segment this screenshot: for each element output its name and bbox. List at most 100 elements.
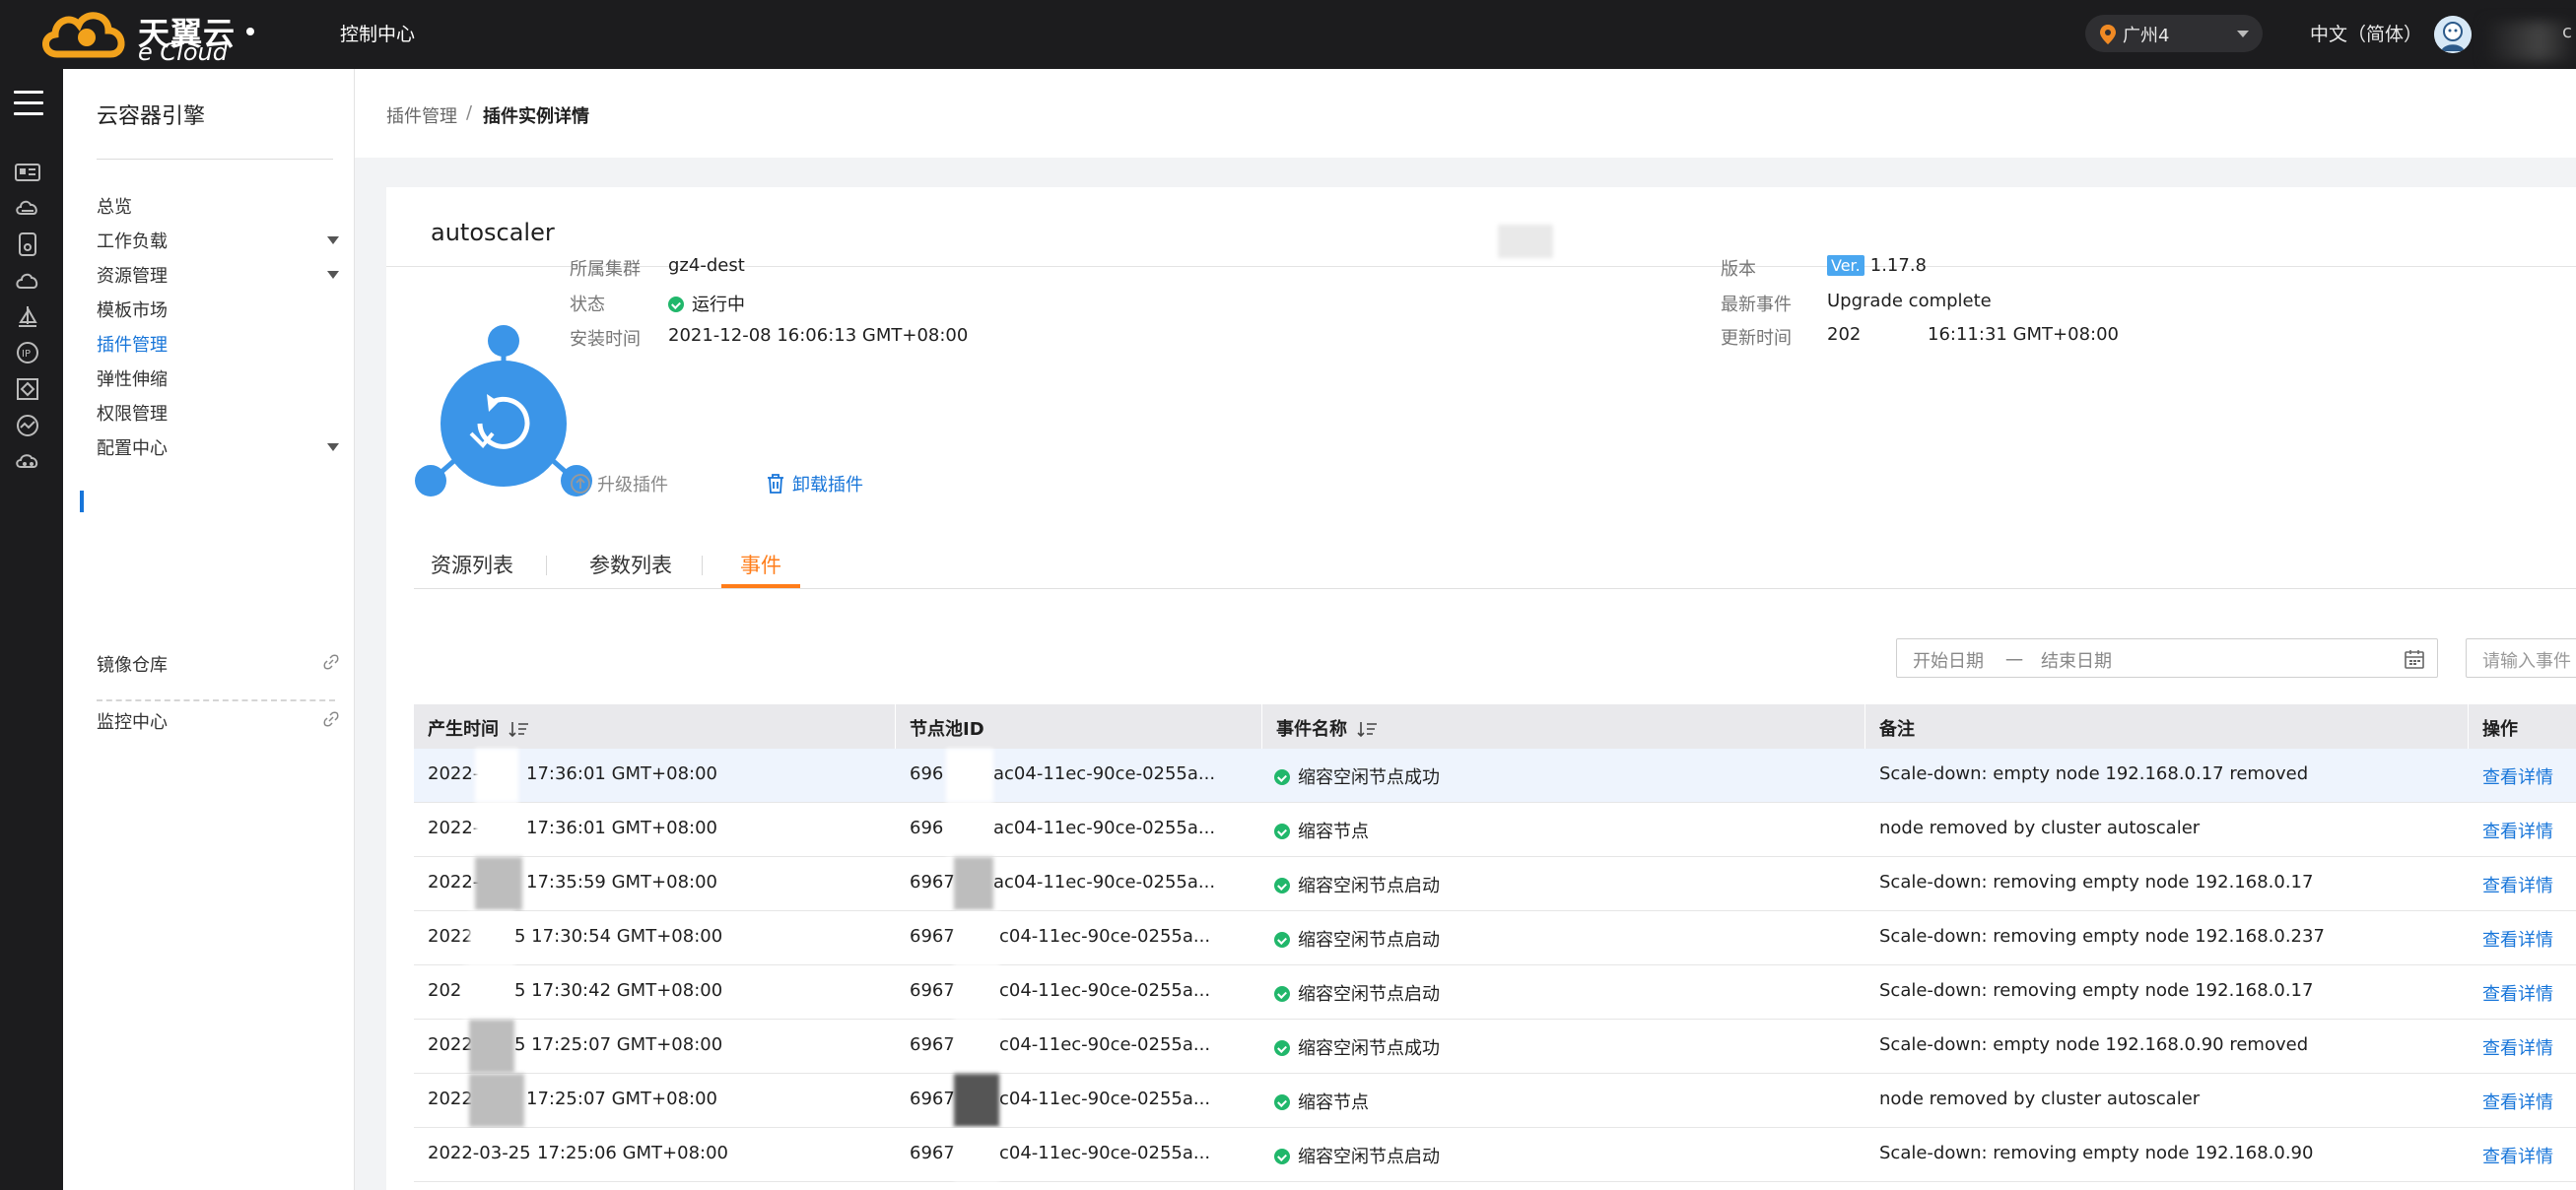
nodepool-suffix: c04-11ec-90ce-0255a... [999,980,1211,1001]
table-row[interactable]: 2022- 17:36:01 GMT+08:00 696 ac04-11ec-9… [414,803,2576,857]
sidebar-item-overview[interactable]: 总览 [97,193,353,232]
nodepool-prefix: 6967 [910,1089,955,1109]
sidebar-item-plugins[interactable]: 插件管理 [97,331,353,370]
nodepool-prefix: 6967 [910,872,955,892]
sidebar-item-workloads[interactable]: 工作负载 [97,228,353,267]
time-suffix: 5 17:30:42 GMT+08:00 [514,980,723,1001]
storage-icon[interactable] [13,230,42,259]
event-name-text: 缩容节点 [1298,1092,1369,1113]
table-row[interactable]: 2022- 17:36:01 GMT+08:00 696 ac04-11ec-9… [414,749,2576,803]
nodepool-prefix: 6967 [910,926,955,947]
nodepool-suffix: ac04-11ec-90ce-0255a... [993,763,1216,784]
cloud-server-icon[interactable] [13,193,42,223]
nodepool-prefix: 6967 [910,1034,955,1055]
nodepool-suffix: ac04-11ec-90ce-0255a... [993,818,1216,838]
remark: Scale-down: removing empty node 192.168.… [1879,926,2325,947]
sidebar-item-registry[interactable]: 镜像仓库 [97,651,353,691]
view-details-link[interactable]: 查看详情 [2482,1089,2553,1114]
monitor-gauge-icon[interactable] [13,411,42,440]
table-row[interactable]: 2022- 17:35:59 GMT+08:00 6967 ac04-11ec-… [414,857,2576,911]
latest-event-label: 最新事件 [1721,295,1792,315]
sailboat-icon[interactable] [13,302,42,332]
event-name-text: 缩容空闲节点成功 [1298,1038,1440,1059]
tab-active-underline [721,584,800,588]
redaction-mask [469,1020,514,1073]
nodepool-prefix: 6967 [910,980,955,1001]
uninstall-plugin-button[interactable]: 卸载插件 [765,471,863,496]
col-divider [1864,704,1865,749]
sidebar-item-permissions[interactable]: 权限管理 [97,400,353,439]
range-separator: 一 [2005,651,2023,672]
redaction-mask [954,911,999,964]
remark: Scale-down: removing empty node 192.168.… [1879,980,2314,1001]
cloud-network-icon[interactable] [13,266,42,296]
hamburger-menu-icon[interactable] [14,91,43,116]
view-details-link[interactable]: 查看详情 [2482,980,2553,1006]
redaction-mask [475,857,522,910]
cloud-link-icon[interactable] [13,447,42,477]
table-row[interactable]: 202 5 17:30:42 GMT+08:00 6967 c04-11ec-9… [414,965,2576,1020]
diamond-box-icon[interactable] [13,374,42,404]
success-icon [1274,986,1290,1002]
event-name: 缩容节点 [1274,1089,1369,1114]
event-name: 缩容节点 [1274,818,1369,843]
table-row[interactable]: 2022 17:25:07 GMT+08:00 6967 c04-11ec-90… [414,1074,2576,1128]
ip-icon[interactable]: IP [13,338,42,367]
table-header: 产生时间 节点池ID 事件名称 备注 操作 [414,704,2576,749]
view-details-link[interactable]: 查看详情 [2482,1143,2553,1168]
user-avatar[interactable] [2434,16,2472,53]
sidebar-item-monitoring[interactable]: 监控中心 [97,708,353,748]
install-time-value: 2021-12-08 16:06:13 GMT+08:00 [668,325,969,346]
table-row[interactable]: 2022 5 17:30:54 GMT+08:00 6967 c04-11ec-… [414,911,2576,965]
redaction-mask [946,749,993,802]
event-search-input[interactable]: 请输入事件 [2466,638,2576,678]
console-link[interactable]: 控制中心 [340,20,415,46]
upgrade-plugin-button[interactable]: 升级插件 [570,471,668,496]
update-time-prefix: 202 [1827,324,1862,345]
cluster-value: gz4-dest [668,255,745,276]
view-details-link[interactable]: 查看详情 [2482,1034,2553,1060]
col-time[interactable]: 产生时间 [428,715,530,741]
sort-icon[interactable] [508,720,530,738]
col-event[interactable]: 事件名称 [1276,715,1379,741]
view-details-link[interactable]: 查看详情 [2482,926,2553,952]
time-prefix: 2022 [428,926,473,947]
date-range-picker[interactable]: 开始日期 一 结束日期 [1896,638,2438,678]
version-number: 1.17.8 [1869,255,1928,276]
sidebar-item-templates[interactable]: 模板市场 [97,297,353,336]
sort-icon[interactable] [1357,720,1379,738]
language-selector[interactable]: 中文（简体） [2310,20,2422,46]
sidebar-item-autoscaling[interactable]: 弹性伸缩 [97,365,353,405]
nodepool-suffix: c04-11ec-90ce-0255a... [999,1034,1211,1055]
time-suffix: 17:36:01 GMT+08:00 [526,763,717,784]
breadcrumb-parent[interactable]: 插件管理 [386,102,457,128]
breadcrumb-separator: / [466,102,473,123]
id-card-icon[interactable] [13,158,42,187]
redaction-mask [475,803,518,856]
view-details-link[interactable]: 查看详情 [2482,763,2553,789]
location-pin-icon [2100,25,2116,44]
table-row[interactable]: 2022-03-25 17:25:06 GMT+08:00 6967 c04-1… [414,1128,2576,1182]
sidebar-dashed-divider [97,699,335,701]
version-label: 版本 [1721,259,1756,280]
tab-events[interactable]: 事件 [740,550,781,579]
sidebar-item-config[interactable]: 配置中心 [97,434,353,474]
time-suffix: 5 17:30:54 GMT+08:00 [514,926,723,947]
trash-icon [768,474,783,494]
event-name-text: 缩容空闲节点启动 [1298,1147,1440,1167]
table-row[interactable]: 2022 5 17:25:07 GMT+08:00 6967 c04-11ec-… [414,1020,2576,1074]
start-date-placeholder: 开始日期 [1913,651,1984,672]
region-selector[interactable]: 广州4 [2085,15,2263,52]
caret-down-icon [327,271,339,279]
chevron-down-icon [2237,31,2249,37]
ecloud-logo[interactable]: 天翼云 e Cloud [37,3,244,66]
tab-resources[interactable]: 资源列表 [431,550,513,579]
col-action: 操作 [2482,719,2518,740]
tab-parameters[interactable]: 参数列表 [589,550,672,579]
calendar-icon [2405,650,2424,669]
view-details-link[interactable]: 查看详情 [2482,818,2553,843]
sidebar-item-resources[interactable]: 资源管理 [97,262,353,301]
caret-down-icon [327,443,339,451]
view-details-link[interactable]: 查看详情 [2482,872,2553,897]
sidebar-item-label: 插件管理 [97,335,168,356]
